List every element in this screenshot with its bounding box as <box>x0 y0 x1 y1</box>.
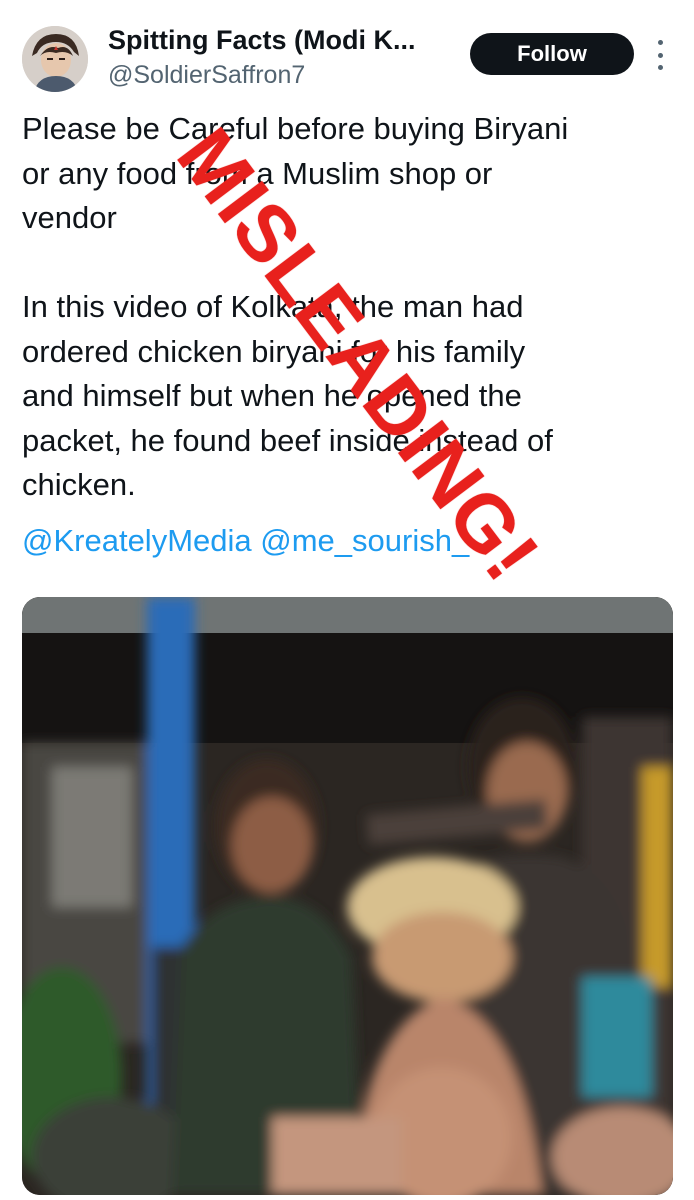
avatar-image <box>22 26 88 92</box>
tweet-card: Spitting Facts (Modi K... @SoldierSaffro… <box>0 0 694 1200</box>
tweet-text-line: packet, he found beef inside instead of <box>22 422 553 458</box>
tweet-text: Please be Careful before buying Biryani … <box>22 107 682 508</box>
author-display-name[interactable]: Spitting Facts (Modi K... <box>108 25 415 56</box>
tweet-text-line: In this video of Kolkata, the man had <box>22 289 524 324</box>
tweet-text-line: and himself but when he opened the <box>22 378 522 413</box>
video-frame <box>22 597 673 1195</box>
more-dot <box>657 52 663 58</box>
avatar[interactable] <box>22 26 88 92</box>
mentions: @KreatelyMedia @me_sourish_ <box>22 523 469 559</box>
follow-button[interactable]: Follow <box>470 33 634 75</box>
tweet-text-line: or any food from a Muslim shop or <box>22 155 493 191</box>
tweet-text-line: chicken. <box>22 467 136 502</box>
tweet-text-line: Please be Careful before buying Biryani <box>22 111 569 146</box>
more-dot <box>657 65 663 70</box>
mention-link[interactable]: @me_sourish_ <box>260 523 469 558</box>
mention-link[interactable]: @KreatelyMedia <box>22 523 252 558</box>
tweet-text-line: ordered chicken biryani for his family <box>22 333 526 369</box>
more-options-icon[interactable] <box>648 40 672 70</box>
author-handle[interactable]: @SoldierSaffron7 <box>108 61 305 90</box>
tweet-text-line: vendor <box>22 200 117 235</box>
more-dot <box>657 40 663 45</box>
video-thumbnail[interactable] <box>22 597 673 1195</box>
